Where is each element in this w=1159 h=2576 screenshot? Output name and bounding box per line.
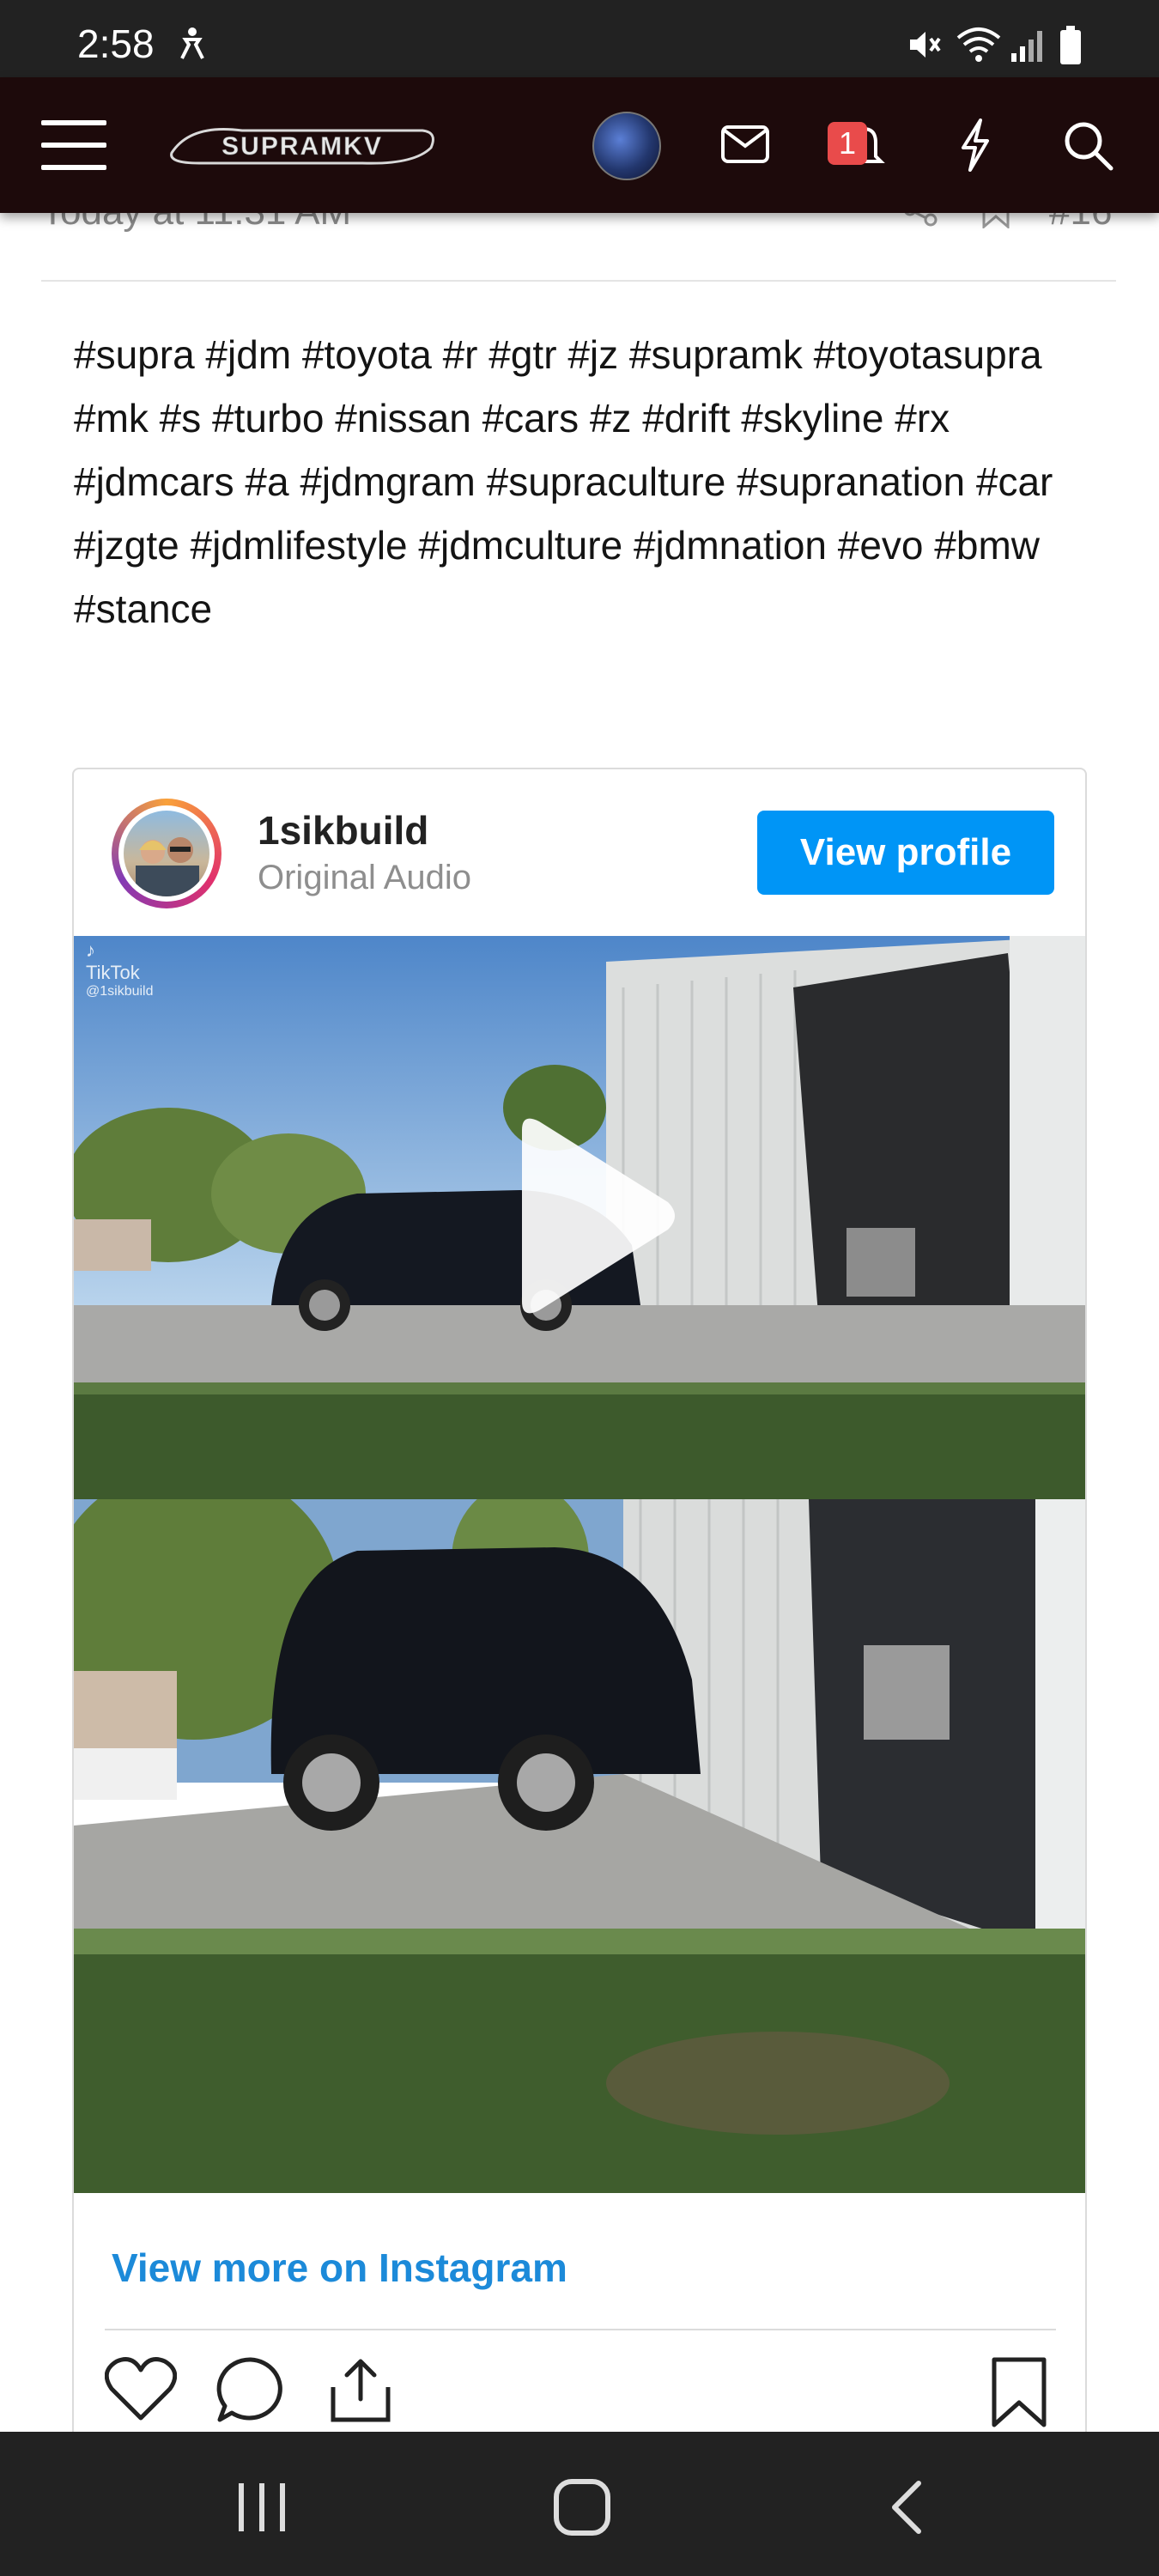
notification-badge[interactable]: 1 — [828, 122, 867, 165]
instagram-avatar[interactable] — [112, 799, 221, 908]
signal-icon — [1010, 29, 1046, 68]
wifi-icon — [955, 24, 1003, 68]
share-icon[interactable] — [326, 2356, 395, 2429]
back-icon[interactable] — [886, 2478, 927, 2541]
status-bar: 2:58 — [0, 0, 1159, 77]
tiktok-icon: ♪ — [86, 939, 95, 961]
mute-icon — [907, 27, 943, 66]
system-nav-bar — [0, 2432, 1159, 2576]
battery-icon — [1059, 26, 1082, 70]
tiktok-label: TikTok — [86, 962, 140, 983]
play-icon[interactable] — [496, 1113, 685, 1323]
divider — [105, 2329, 1056, 2330]
menu-icon[interactable] — [41, 117, 108, 178]
site-logo[interactable]: SUPRAMKV — [165, 118, 440, 172]
view-profile-button[interactable]: View profile — [757, 811, 1054, 895]
video-frame-bottom — [74, 1499, 1085, 2193]
accessibility-icon — [177, 26, 208, 64]
post-hashtags: #supra #jdm #toyota #r #gtr #jz #supramk… — [74, 332, 1053, 631]
tiktok-watermark: ♪ TikTok @1sikbuild — [86, 939, 154, 999]
app-header: SUPRAMKV 1 — [0, 77, 1159, 213]
recent-apps-icon[interactable] — [235, 2480, 290, 2539]
lightning-icon[interactable] — [958, 118, 992, 176]
heart-icon[interactable] — [104, 2356, 178, 2426]
view-more-link[interactable]: View more on Instagram — [112, 2245, 567, 2291]
search-icon[interactable] — [1063, 120, 1114, 176]
divider — [41, 280, 1116, 282]
instagram-embed: 1sikbuild Original Audio View profile ♪ … — [72, 768, 1087, 2576]
instagram-video[interactable]: ♪ TikTok @1sikbuild — [74, 936, 1085, 2193]
tiktok-handle: @1sikbuild — [86, 984, 154, 999]
status-time: 2:58 — [77, 21, 155, 66]
instagram-audio[interactable]: Original Audio — [258, 859, 471, 897]
instagram-username[interactable]: 1sikbuild — [258, 807, 428, 854]
user-avatar[interactable] — [592, 112, 661, 180]
envelope-icon[interactable] — [721, 125, 769, 167]
bookmark-icon[interactable] — [989, 2356, 1049, 2433]
logo-text: SUPRAMKV — [221, 132, 383, 161]
comment-icon[interactable] — [216, 2356, 285, 2429]
video-frame-top: ♪ TikTok @1sikbuild — [74, 936, 1085, 1499]
home-icon[interactable] — [553, 2478, 611, 2541]
